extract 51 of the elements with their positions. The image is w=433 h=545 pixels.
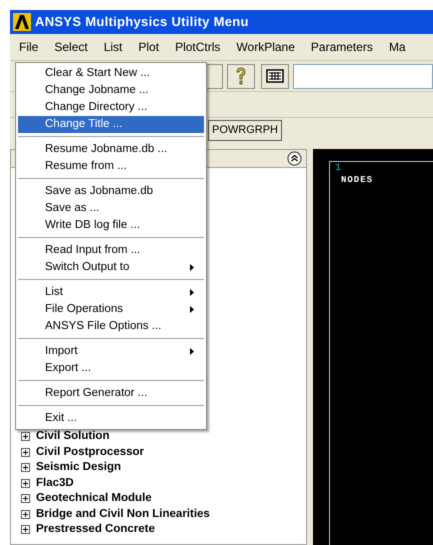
menu-item[interactable]: Change Directory ... xyxy=(18,99,204,116)
question-mark-icon xyxy=(235,67,247,85)
menu-bar-item[interactable]: PlotCtrls xyxy=(175,38,220,56)
tree-item[interactable]: Flac3D xyxy=(36,474,74,492)
menu-item[interactable]: Exit ... xyxy=(18,410,204,427)
app-logo-icon xyxy=(13,13,31,31)
menu-item[interactable]: Change Title ... xyxy=(18,116,204,133)
menu-bar-item[interactable]: File xyxy=(19,38,38,56)
tree-item[interactable]: Geotechnical Module xyxy=(36,490,152,508)
menu-item[interactable]: List xyxy=(18,284,204,301)
keyboard-icon xyxy=(266,69,284,83)
tree-item[interactable]: Civil Postprocessor xyxy=(36,444,144,461)
expand-icon[interactable] xyxy=(21,448,30,457)
menu-item[interactable]: Export ... xyxy=(18,360,204,377)
menu-item[interactable]: ANSYS File Options ... xyxy=(18,318,204,335)
window-title: ANSYS Multiphysics Utility Menu xyxy=(35,13,249,32)
menu-item[interactable]: Save as ... xyxy=(18,200,204,217)
menu-item[interactable]: Switch Output to xyxy=(18,259,204,276)
menu-item[interactable]: Resume from ... xyxy=(18,158,204,175)
expand-icon[interactable] xyxy=(21,510,30,519)
tree-item[interactable]: Seismic Design xyxy=(36,459,122,476)
toolbar-button[interactable]: POWRGRPH xyxy=(208,120,282,141)
menu-item[interactable]: Read Input from ... xyxy=(18,242,204,259)
menu-item[interactable]: Report Generator ... xyxy=(18,385,204,402)
expand-icon[interactable] xyxy=(21,525,30,534)
window-number: 1 xyxy=(335,164,342,174)
tree-item[interactable]: Prestressed Concrete xyxy=(36,521,155,538)
help-button[interactable] xyxy=(227,64,255,88)
plot-label: NODES xyxy=(340,174,374,187)
expand-icon[interactable] xyxy=(21,478,30,488)
expand-icon[interactable] xyxy=(21,494,30,504)
menu-bar-item[interactable]: Select xyxy=(54,38,88,56)
expand-icon[interactable] xyxy=(21,432,30,442)
menu-item[interactable]: Write DB log file ... xyxy=(18,217,204,234)
menu-bar-item[interactable]: WorkPlane xyxy=(236,38,295,56)
command-input-field[interactable] xyxy=(293,64,433,88)
menu-item[interactable]: File Operations xyxy=(18,301,204,318)
menu-bar-item[interactable]: Ma xyxy=(388,38,406,56)
expand-icon[interactable] xyxy=(21,463,30,472)
tree-item[interactable]: Bridge and Civil Non Linearities xyxy=(36,506,210,523)
command-prompt-button[interactable] xyxy=(261,64,289,88)
menu-bar-item[interactable]: Parameters xyxy=(310,38,373,56)
menu-item[interactable]: Import xyxy=(18,343,204,360)
collapse-icon[interactable] xyxy=(287,151,302,166)
menu-item[interactable]: Change Jobname ... xyxy=(18,82,204,99)
menu-item[interactable]: Resume Jobname.db ... xyxy=(18,141,204,158)
menu-item[interactable]: Clear & Start New ... xyxy=(18,65,204,82)
menu-item[interactable]: Save as Jobname.db xyxy=(18,183,204,200)
menu-bar-item[interactable]: Plot xyxy=(138,38,160,56)
menu-bar-item[interactable]: List xyxy=(104,38,122,56)
tree-item[interactable]: Civil Solution xyxy=(36,428,110,446)
